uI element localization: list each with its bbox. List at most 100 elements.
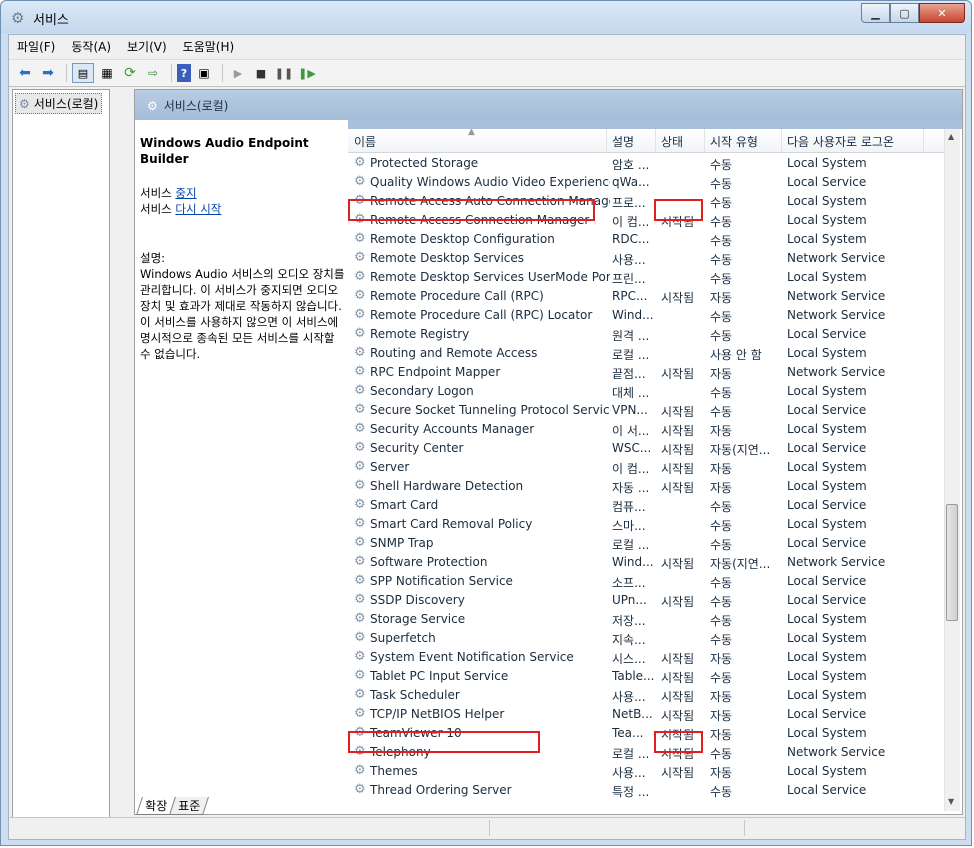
toolbar-separator bbox=[66, 64, 67, 82]
table-row[interactable]: ⚙ Secure Socket Tunneling Protocol Servic… bbox=[348, 401, 945, 420]
table-row[interactable]: ⚙ RPC Endpoint Mapper 끝점... 시작됨 자동 Network Se… bbox=[348, 363, 945, 382]
service-description-cell: 대체 ... bbox=[612, 386, 650, 400]
gear-icon: ⚙ bbox=[354, 592, 366, 607]
service-description-cell: 사용... bbox=[612, 690, 646, 704]
col-startup-type[interactable]: 시작 유형 bbox=[710, 133, 758, 150]
table-row[interactable]: ⚙ Storage Service 저장... 수동 Local System bbox=[348, 610, 945, 629]
table-row[interactable]: ⚙ TCP/IP NetBIOS Helper NetB... 시작됨 자동 Local … bbox=[348, 705, 945, 724]
gear-icon: ⚙ bbox=[354, 611, 366, 626]
table-row[interactable]: ⚙ Remote Desktop Configuration RDC... 수동 Loc… bbox=[348, 230, 945, 249]
service-description-cell: 로컬 ... bbox=[612, 747, 650, 761]
service-description-cell: 사용... bbox=[612, 253, 646, 267]
table-row[interactable]: ⚙ Secondary Logon 대체 ... 수동 Local System bbox=[348, 382, 945, 401]
scroll-up-icon[interactable]: ▲ bbox=[948, 132, 954, 141]
vertical-scrollbar[interactable]: ▲ ▼ bbox=[944, 129, 960, 811]
tree-item-services-local[interactable]: ⚙ 서비스(로컬) bbox=[15, 93, 103, 114]
col-logon[interactable]: 다음 사용자로 로그온 bbox=[787, 133, 894, 150]
gear-icon: ⚙ bbox=[354, 630, 366, 645]
table-row[interactable]: ⚙ SSDP Discovery UPn... 시작됨 수동 Local Service bbox=[348, 591, 945, 610]
export-list-icon[interactable]: ⇨ bbox=[143, 64, 163, 82]
table-row[interactable]: ⚙ Server 이 컴... 시작됨 자동 Local System bbox=[348, 458, 945, 477]
table-row[interactable]: ⚙ Remote Registry 원격 ... 수동 Local Service bbox=[348, 325, 945, 344]
service-logon: Network Service bbox=[787, 308, 886, 322]
menu-view[interactable]: 보기(V) bbox=[127, 38, 167, 55]
service-name: Secondary Logon bbox=[370, 384, 474, 398]
back-arrow-icon[interactable]: ⬅ bbox=[15, 64, 35, 82]
service-name: SNMP Trap bbox=[370, 536, 434, 550]
service-name: TCP/IP NetBIOS Helper bbox=[370, 707, 505, 721]
service-startup-type: 수동 bbox=[710, 519, 733, 533]
table-row[interactable]: ⚙ System Event Notification Service 시스... 시… bbox=[348, 648, 945, 667]
service-description-cell: Table... bbox=[612, 669, 654, 683]
restart-service-link[interactable]: 다시 시작 bbox=[175, 202, 221, 216]
menu-help[interactable]: 도움말(H) bbox=[183, 38, 235, 55]
service-logon: Local System bbox=[787, 460, 867, 474]
service-startup-type: 수동 bbox=[710, 747, 733, 761]
table-row[interactable]: ⚙ Protected Storage 암호 ... 수동 Local System bbox=[348, 154, 945, 173]
gear-icon: ⚙ bbox=[354, 421, 366, 436]
tab-standard[interactable]: 표준 bbox=[169, 797, 210, 815]
show-hide-icon[interactable]: ▣ bbox=[194, 64, 214, 82]
table-row[interactable]: ⚙ Thread Ordering Server 특정 ... 수동 Local Ser… bbox=[348, 781, 945, 800]
service-description-cell: Wind... bbox=[612, 555, 654, 569]
service-description: Windows Audio 서비스의 오디오 장치를 관리합니다. 이 서비스가… bbox=[140, 267, 345, 361]
table-row[interactable]: ⚙ Quality Windows Audio Video Experience q… bbox=[348, 173, 945, 192]
table-row[interactable]: ⚙ Remote Desktop Services UserMode Port .… bbox=[348, 268, 945, 287]
refresh-icon[interactable]: ⟳ bbox=[120, 64, 140, 82]
gear-icon: ⚙ bbox=[354, 364, 366, 379]
service-name: Secure Socket Tunneling Protocol Service bbox=[370, 403, 610, 417]
help-icon[interactable]: ? bbox=[177, 64, 191, 82]
forward-arrow-icon[interactable]: ➡ bbox=[38, 64, 58, 82]
start-service-icon[interactable]: ▶ bbox=[228, 64, 248, 82]
service-logon: Local Service bbox=[787, 327, 867, 341]
pane-title: 서비스(로컬) bbox=[163, 99, 229, 113]
stop-service-icon[interactable]: ■ bbox=[251, 64, 271, 82]
service-description-cell: 끝점... bbox=[612, 367, 646, 381]
close-button[interactable]: ✕ bbox=[919, 3, 965, 23]
scroll-down-icon[interactable]: ▼ bbox=[948, 797, 954, 806]
table-row[interactable]: ⚙ Remote Procedure Call (RPC) RPC... 시작됨 자동 N… bbox=[348, 287, 945, 306]
pause-service-icon[interactable]: ❚❚ bbox=[274, 64, 294, 82]
col-status[interactable]: 상태 bbox=[661, 133, 683, 150]
table-row[interactable]: ⚙ Software Protection Wind... 시작됨 자동(지연... Ne… bbox=[348, 553, 945, 572]
table-row[interactable]: ⚙ Shell Hardware Detection 자동 ... 시작됨 자동 Loca… bbox=[348, 477, 945, 496]
service-logon: Local Service bbox=[787, 498, 867, 512]
gear-icon: ⚙ bbox=[354, 478, 366, 493]
table-row[interactable]: ⚙ Smart Card Removal Policy 스마... 수동 Local S… bbox=[348, 515, 945, 534]
service-description-cell: 컴퓨... bbox=[612, 500, 646, 514]
restart-service-icon[interactable]: ❚▶ bbox=[297, 64, 317, 82]
table-row[interactable]: ⚙ Security Accounts Manager 이 서... 시작됨 자동 Loc… bbox=[348, 420, 945, 439]
scroll-thumb[interactable] bbox=[946, 504, 958, 621]
service-logon: Local System bbox=[787, 669, 867, 683]
service-logon: Local Service bbox=[787, 574, 867, 588]
maximize-button[interactable]: ▢ bbox=[890, 3, 919, 23]
table-row[interactable]: ⚙ Security Center WSC... 시작됨 자동(지연... Local S… bbox=[348, 439, 945, 458]
service-description-cell: VPN... bbox=[612, 403, 648, 417]
menu-file[interactable]: 파일(F) bbox=[17, 38, 55, 55]
table-row[interactable]: ⚙ SPP Notification Service 소프... 수동 Local Se… bbox=[348, 572, 945, 591]
table-row[interactable]: ⚙ Themes 사용... 시작됨 자동 Local System bbox=[348, 762, 945, 781]
table-row[interactable]: ⚙ SNMP Trap 로컬 ... 수동 Local Service bbox=[348, 534, 945, 553]
table-row[interactable]: ⚙ Task Scheduler 사용... 시작됨 자동 Local System bbox=[348, 686, 945, 705]
table-row[interactable]: ⚙ Smart Card 컴퓨... 수동 Local Service bbox=[348, 496, 945, 515]
console-tree-icon[interactable]: ▤ bbox=[72, 63, 94, 83]
minimize-button[interactable]: ▁ bbox=[861, 3, 890, 23]
gear-icon: ⚙ bbox=[354, 231, 366, 246]
services-pane: ⚙ 서비스(로컬) Windows Audio Endpoint Builder… bbox=[134, 89, 963, 815]
table-row[interactable]: ⚙ Remote Procedure Call (RPC) Locator Wind… bbox=[348, 306, 945, 325]
table-row[interactable]: ⚙ Tablet PC Input Service Table... 시작됨 수동 Loc… bbox=[348, 667, 945, 686]
service-name: RPC Endpoint Mapper bbox=[370, 365, 501, 379]
service-status: 시작됨 bbox=[661, 709, 695, 723]
col-description[interactable]: 설명 bbox=[612, 133, 634, 150]
table-row[interactable]: ⚙ Remote Desktop Services 사용... 수동 Network S… bbox=[348, 249, 945, 268]
stop-service-link[interactable]: 중지 bbox=[175, 186, 196, 200]
service-startup-type: 수동 bbox=[710, 272, 733, 286]
table-row[interactable]: ⚙ Routing and Remote Access 로컬 ... 사용 안 함 Lo… bbox=[348, 344, 945, 363]
title-bar[interactable]: ⚙ 서비스 ▁ ▢ ✕ bbox=[1, 1, 971, 33]
table-row[interactable]: ⚙ Superfetch 지속... 수동 Local System bbox=[348, 629, 945, 648]
service-description-cell: Tea... bbox=[612, 726, 644, 740]
col-name[interactable]: 이름 bbox=[354, 133, 376, 150]
properties-icon[interactable]: ▦ bbox=[97, 64, 117, 82]
gear-icon: ⚙ bbox=[354, 440, 366, 455]
menu-action[interactable]: 동작(A) bbox=[71, 38, 111, 55]
